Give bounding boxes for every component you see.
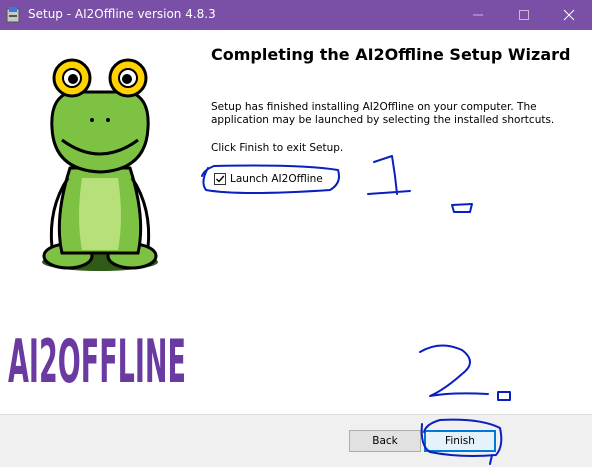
maximize-button[interactable] — [501, 0, 547, 30]
minimize-icon — [473, 14, 483, 16]
ai2offline-logo: AI2OFFLINE — [8, 327, 186, 390]
marker-2-dot — [497, 391, 511, 401]
maximize-icon — [519, 10, 529, 20]
marker-2-stroke — [419, 344, 489, 397]
svg-text:AI2OFFLINE: AI2OFFLINE — [8, 327, 186, 390]
exit-hint: Click Finish to exit Setup. — [211, 142, 344, 154]
frog-mascot — [42, 58, 158, 271]
completion-description: Setup has finished installing AI2Offline… — [211, 101, 555, 126]
launch-checkbox-row[interactable]: Launch AI2Offline — [214, 171, 323, 187]
minimize-button[interactable] — [455, 0, 501, 30]
installer-icon — [6, 7, 20, 23]
marker-1-dot — [451, 203, 473, 213]
wizard-side-panel: AI2OFFLINE — [0, 30, 196, 414]
close-icon — [563, 9, 575, 21]
back-button[interactable]: Back — [349, 430, 421, 452]
title-bar: Setup - AI2Offline version 4.8.3 — [0, 0, 592, 30]
launch-checkbox[interactable] — [214, 173, 226, 185]
close-button[interactable] — [546, 0, 592, 30]
button-bar: Back Finish — [0, 414, 592, 467]
finish-button[interactable]: Finish — [424, 430, 496, 452]
page-title: Completing the AI2Offline Setup Wizard — [211, 45, 571, 64]
checkmark-icon — [216, 175, 225, 183]
launch-checkbox-label[interactable]: Launch AI2Offline — [230, 173, 323, 185]
window-title: Setup - AI2Offline version 4.8.3 — [28, 7, 216, 21]
marker-1-stroke — [367, 155, 411, 195]
